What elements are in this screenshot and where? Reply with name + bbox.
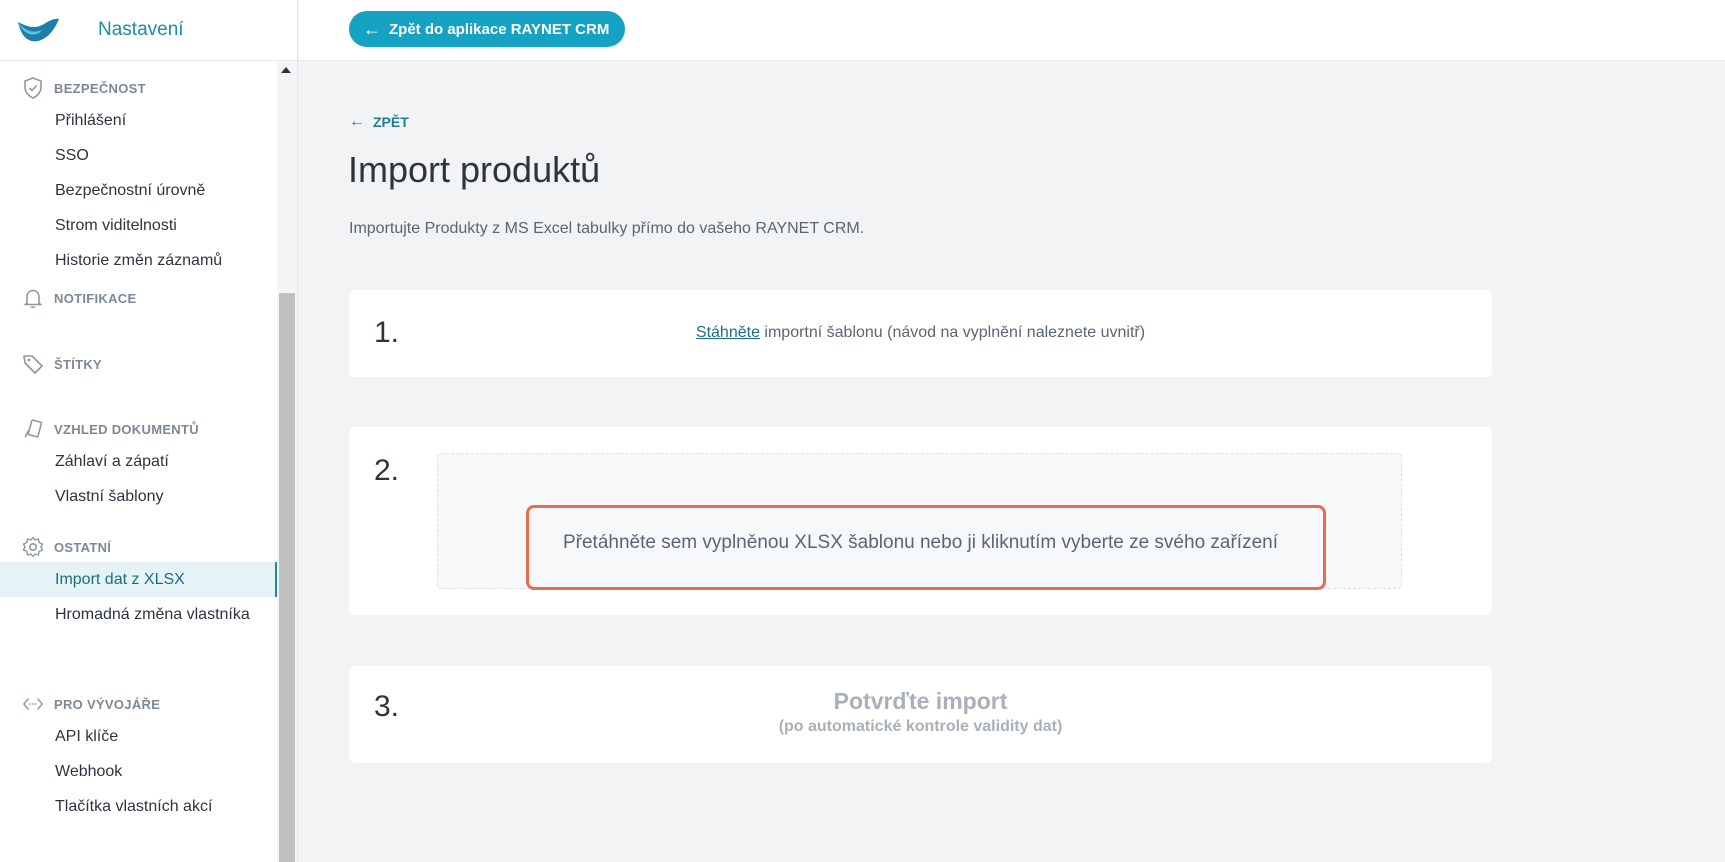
section-label-other: OSTATNÍ bbox=[54, 539, 112, 555]
section-label-doc-appearance: VZHLED DOKUMENTŮ bbox=[54, 421, 199, 437]
section-label-tags: ŠTÍTKY bbox=[54, 356, 103, 372]
step-1-card: 1. Stáhněte importní šablonu (návod na v… bbox=[349, 290, 1492, 377]
section-label-security: BEZPEČNOST bbox=[54, 80, 146, 96]
section-head-notifications[interactable]: NOTIFIKACE bbox=[0, 283, 278, 313]
sidebar-item-sso[interactable]: SSO bbox=[0, 138, 278, 173]
step-2-number: 2. bbox=[374, 454, 400, 487]
step-1-text: Stáhněte importní šablonu (návod na vypl… bbox=[349, 324, 1492, 342]
nav-section-tags: ŠTÍTKY bbox=[0, 349, 278, 379]
sidebar-item-record-history[interactable]: Historie změn záznamů bbox=[0, 243, 278, 278]
nav-section-doc-appearance: VZHLED DOKUMENTŮ Záhlaví a zápatí Vlastn… bbox=[0, 414, 278, 514]
sidebar-item-header-footer[interactable]: Záhlaví a zápatí bbox=[0, 444, 278, 479]
sidebar-item-custom-templates[interactable]: Vlastní šablony bbox=[0, 479, 278, 514]
sidebar-item-import-xlsx[interactable]: Import dat z XLSX bbox=[0, 562, 278, 597]
download-template-link[interactable]: Stáhněte bbox=[696, 324, 760, 341]
section-head-other: OSTATNÍ bbox=[0, 532, 278, 562]
nav-section-notifications: NOTIFIKACE bbox=[0, 283, 278, 313]
back-link-label: ZPĚT bbox=[373, 114, 409, 130]
sidebar-item-api-keys[interactable]: API klíče bbox=[0, 719, 278, 754]
sidebar-brand: Nastavení bbox=[0, 0, 297, 61]
sidebar-scrollbar[interactable] bbox=[277, 61, 297, 862]
scrollbar-thumb[interactable] bbox=[279, 293, 295, 862]
nav-section-developers: PRO VÝVOJÁŘE API klíče Webhook Tlačítka … bbox=[0, 689, 278, 824]
page-title: Import produktů bbox=[348, 149, 601, 190]
sidebar-nav: BEZPEČNOST Přihlášení SSO Bezpečnostní ú… bbox=[0, 61, 278, 862]
section-head-doc-appearance: VZHLED DOKUMENTŮ bbox=[0, 414, 278, 444]
sidebar-item-visibility-tree[interactable]: Strom viditelnosti bbox=[0, 208, 278, 243]
step-1-description: importní šablonu (návod na vyplnění nale… bbox=[759, 324, 1146, 341]
nav-section-security: BEZPEČNOST Přihlášení SSO Bezpečnostní ú… bbox=[0, 73, 278, 278]
confirm-import-title: Potvrďte import bbox=[833, 688, 1008, 714]
code-icon bbox=[22, 693, 44, 715]
section-head-security: BEZPEČNOST bbox=[0, 73, 278, 103]
gear-icon bbox=[22, 536, 44, 558]
sidebar-item-bulk-owner-change[interactable]: Hromadná změna vlastníka bbox=[0, 597, 278, 632]
bell-icon bbox=[22, 287, 44, 309]
app-title: Nastavení bbox=[98, 19, 184, 40]
confirm-import-subtitle: (po automatické kontrole validity dat) bbox=[778, 718, 1063, 735]
file-dropzone[interactable]: Přetáhněte sem vyplněnou XLSX šablonu ne… bbox=[437, 453, 1402, 590]
top-bar: ← Zpět do aplikace RAYNET CRM bbox=[299, 0, 1725, 61]
section-head-tags[interactable]: ŠTÍTKY bbox=[0, 349, 278, 379]
section-head-developers: PRO VÝVOJÁŘE bbox=[0, 689, 278, 719]
section-label-developers: PRO VÝVOJÁŘE bbox=[54, 696, 161, 712]
sidebar: Nastavení BEZPEČNOST Přihlášení SSO Bezp… bbox=[0, 0, 298, 862]
sidebar-item-custom-action-buttons[interactable]: Tlačítka vlastních akcí bbox=[0, 789, 278, 824]
section-label-notifications: NOTIFIKACE bbox=[54, 290, 137, 306]
back-to-app-label: Zpět do aplikace RAYNET CRM bbox=[389, 20, 610, 38]
confirm-import-button[interactable]: Potvrďte import (po automatické kontrole… bbox=[349, 688, 1492, 736]
nav-section-other: OSTATNÍ Import dat z XLSX Hromadná změna… bbox=[0, 532, 278, 632]
brush-icon bbox=[22, 418, 44, 440]
raynet-logo-icon bbox=[18, 18, 59, 42]
sidebar-item-webhook[interactable]: Webhook bbox=[0, 754, 278, 789]
back-link[interactable]: ← ZPĚT bbox=[349, 113, 409, 131]
tag-icon bbox=[22, 353, 44, 375]
arrow-left-icon: ← bbox=[363, 18, 381, 39]
page-intro: Importujte Produkty z MS Excel tabulky p… bbox=[349, 220, 865, 237]
sidebar-item-prihlaseni[interactable]: Přihlášení bbox=[0, 103, 278, 138]
step-3-card: 3. Potvrďte import (po automatické kontr… bbox=[349, 666, 1492, 763]
sidebar-item-security-levels[interactable]: Bezpečnostní úrovně bbox=[0, 173, 278, 208]
dropzone-text: Přetáhněte sem vyplněnou XLSX šablonu ne… bbox=[562, 532, 1278, 553]
scroll-up-arrow-icon[interactable] bbox=[281, 67, 291, 73]
arrow-left-icon: ← bbox=[349, 113, 365, 130]
shield-icon bbox=[22, 77, 44, 99]
step-2-card: 2. Přetáhněte sem vyplněnou XLSX šablonu… bbox=[349, 427, 1492, 615]
back-to-app-button[interactable]: ← Zpět do aplikace RAYNET CRM bbox=[349, 11, 626, 47]
